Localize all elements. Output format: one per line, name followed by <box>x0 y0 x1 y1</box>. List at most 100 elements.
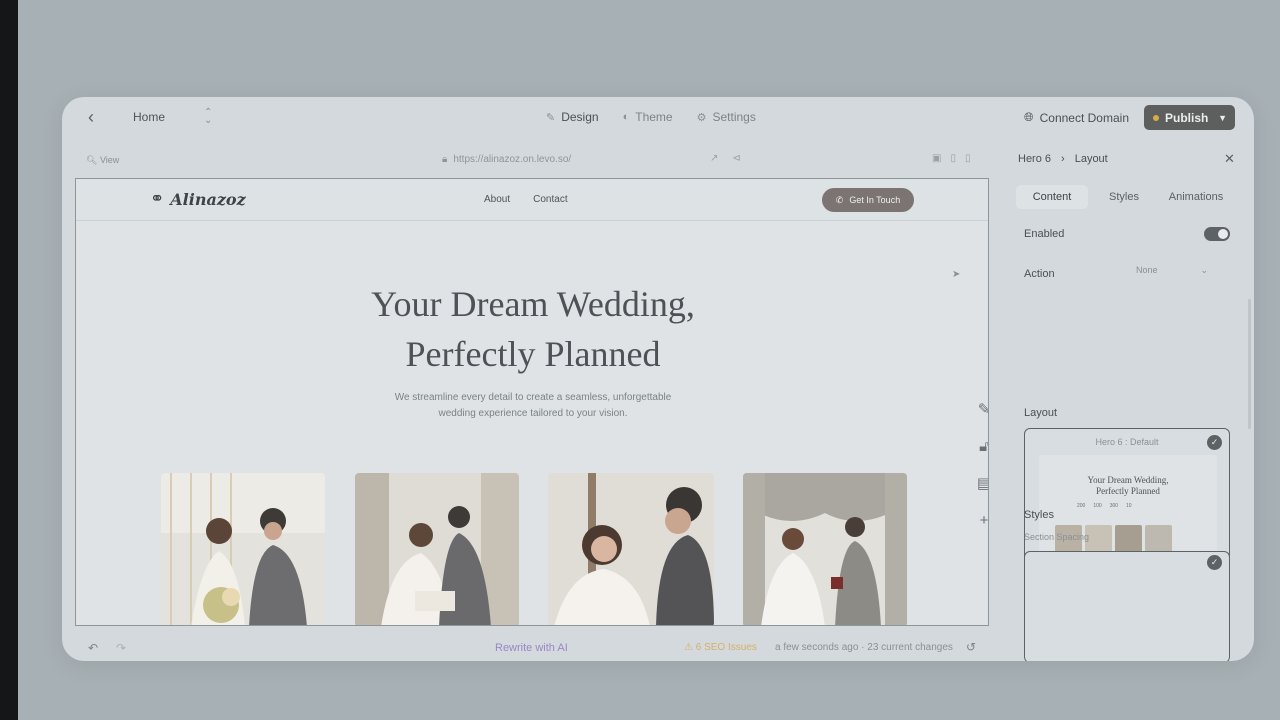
tab-content[interactable]: Content <box>1016 185 1088 209</box>
tab-design[interactable]: ✎ Design <box>546 110 599 124</box>
history-icon[interactable]: ↺ <box>966 640 976 654</box>
site-nav-links: About Contact <box>484 194 568 205</box>
save-status: a few seconds ago · 23 current changes <box>775 642 953 653</box>
cursor-icon: ➤ <box>952 269 961 280</box>
top-bar: ‹ Home ⌃ ⌄ ✎ Design ◐ Theme ⚙ Settings 🌐︎… <box>62 97 1254 139</box>
view-label: View <box>99 155 120 165</box>
hero-sub-line1: We streamline every detail to create a s… <box>394 392 672 403</box>
check-icon: ✓ <box>1207 555 1222 570</box>
url-text: https://alinazoz.on.levo.so/ <box>453 154 572 165</box>
tab-settings[interactable]: ⚙ Settings <box>697 110 756 124</box>
cta-label: Get In Touch <box>849 195 901 205</box>
device-switcher: ▣ ▯ ▯ <box>932 153 970 164</box>
hero-photo[interactable] <box>743 473 907 625</box>
breadcrumb: Hero 6 › Layout <box>1018 153 1108 165</box>
globe-icon: 🌐︎ <box>1024 110 1034 124</box>
chevron-down-icon[interactable]: ▼ <box>1218 113 1227 123</box>
panel-tabs: Content Styles Animations <box>1016 185 1232 209</box>
section-spacing-card[interactable]: ✓ <box>1024 551 1230 661</box>
section-tools: ✎ 🔓︎ ▤ + <box>974 401 988 529</box>
editor-tabs: ✎ Design ◐ Theme ⚙ Settings <box>546 110 756 124</box>
left-edge-strip <box>0 0 18 720</box>
updown-chevron-icon[interactable]: ⌃ ⌄ <box>204 108 212 126</box>
url-actions: ↗ ⊲ <box>710 153 741 164</box>
nav-about[interactable]: About <box>484 194 510 205</box>
gear-icon: ⚙ <box>696 111 707 124</box>
get-in-touch-button[interactable]: ✆ Get In Touch <box>822 188 914 212</box>
action-value: None <box>1136 265 1158 275</box>
mini-title-line2: Perfectly Planned <box>1096 486 1160 496</box>
hero-title-line2: Perfectly Planned <box>405 334 661 374</box>
section-spacing-label: Section Spacing <box>1024 532 1090 542</box>
properties-panel: Hero 6 › Layout ✕ Content Styles Animati… <box>1004 139 1254 661</box>
palette-icon: ◐ <box>622 111 630 123</box>
layout-label: Layout <box>1024 407 1058 419</box>
toggle-knob <box>1218 229 1228 239</box>
seo-issues-link[interactable]: ⚠ 6 SEO Issues <box>684 642 757 653</box>
site-url: 🔒︎ https://alinazoz.on.levo.so/ <box>442 154 571 165</box>
logo-text: Alinazoz <box>170 189 246 209</box>
lock-icon: 🔒︎ <box>442 154 448 165</box>
external-link-icon[interactable]: ↗ <box>710 153 718 164</box>
publish-label: Publish <box>1165 110 1209 125</box>
layers-icon[interactable]: ▤ <box>974 475 988 492</box>
hero-photo[interactable] <box>548 473 714 625</box>
tab-theme-label: Theme <box>635 110 673 124</box>
unlock-icon[interactable]: 🔓︎ <box>974 438 988 455</box>
chevron-right-icon: › <box>1061 153 1065 165</box>
tablet-icon[interactable]: ▯ <box>950 153 956 164</box>
mini-stat: 300 <box>1109 503 1119 509</box>
mini-stat: 100 <box>1093 503 1102 509</box>
publish-button[interactable]: Publish ▼ <box>1144 105 1235 130</box>
nav-contact[interactable]: Contact <box>533 194 567 205</box>
bottom-bar: ↶ ↷ Rewrite with AI ⚠ 6 SEO Issues a few… <box>62 637 994 661</box>
mobile-icon[interactable]: ▯ <box>965 153 971 164</box>
connect-domain-label: Connect Domain <box>1039 110 1129 125</box>
page-selector[interactable]: Home <box>133 110 165 124</box>
tab-animations[interactable]: Animations <box>1160 185 1232 209</box>
add-section-icon[interactable]: + <box>974 512 988 529</box>
desktop-icon[interactable]: ▣ <box>932 153 941 164</box>
undo-icon[interactable]: ↶ <box>88 641 98 655</box>
close-icon[interactable]: ✕ <box>1224 151 1235 167</box>
hero-photo[interactable] <box>355 473 519 625</box>
share-icon[interactable]: ⊲ <box>732 153 740 164</box>
canvas-toolbar: 🔍︎ View 🔒︎ https://alinazoz.on.levo.so/ … <box>62 149 994 173</box>
panel-scrollbar[interactable] <box>1248 299 1251 429</box>
action-label: Action <box>1024 268 1055 280</box>
enabled-toggle[interactable] <box>1204 227 1230 241</box>
editor-window: ‹ Home ⌃ ⌄ ✎ Design ◐ Theme ⚙ Settings 🌐︎… <box>62 97 1254 661</box>
breadcrumb-parent[interactable]: Hero 6 <box>1018 153 1051 165</box>
check-icon: ✓ <box>1207 435 1222 450</box>
styles-label: Styles <box>1024 509 1054 521</box>
breadcrumb-current: Layout <box>1074 153 1108 165</box>
site-preview[interactable]: ⚭ Alinazoz About Contact ✆ Get In Touch … <box>75 178 989 626</box>
site-logo[interactable]: ⚭ Alinazoz <box>150 189 246 209</box>
mini-stat: 10 <box>1126 503 1132 509</box>
tab-styles[interactable]: Styles <box>1088 185 1160 209</box>
tab-design-label: Design <box>561 110 599 124</box>
phone-icon: ✆ <box>835 194 844 205</box>
edit-pencil-icon[interactable]: ✎ <box>974 401 988 418</box>
hero-title[interactable]: Your Dream Wedding, Perfectly Planned <box>76 279 988 379</box>
enabled-label: Enabled <box>1024 228 1065 240</box>
brush-icon: ✎ <box>546 111 556 124</box>
status-dot <box>1153 114 1159 121</box>
mini-title-line1: Your Dream Wedding, <box>1087 475 1169 485</box>
back-chevron-icon[interactable]: ‹ <box>88 108 108 128</box>
redo-icon[interactable]: ↷ <box>116 641 126 655</box>
connect-domain-button[interactable]: 🌐︎ Connect Domain <box>1024 110 1129 125</box>
view-button[interactable]: 🔍︎ View <box>86 155 119 166</box>
tab-theme[interactable]: ◐ Theme <box>623 110 673 124</box>
action-select[interactable]: None ⌄ <box>1126 260 1218 282</box>
mini-stats: 200 100 300 10 <box>1077 503 1132 509</box>
mini-title: Your Dream Wedding, Perfectly Planned <box>1039 475 1217 497</box>
seo-issues-label: 6 SEO Issues <box>695 642 757 653</box>
mini-stat: 200 <box>1077 503 1086 509</box>
rings-icon: ⚭ <box>150 189 165 208</box>
chevron-down-icon: ⌄ <box>1200 265 1208 275</box>
hero-subtitle[interactable]: We streamline every detail to create a s… <box>376 390 690 422</box>
hero-title-line1: Your Dream Wedding, <box>371 284 695 324</box>
rewrite-with-ai-button[interactable]: Rewrite with AI <box>495 642 568 654</box>
hero-photo[interactable] <box>161 473 325 625</box>
